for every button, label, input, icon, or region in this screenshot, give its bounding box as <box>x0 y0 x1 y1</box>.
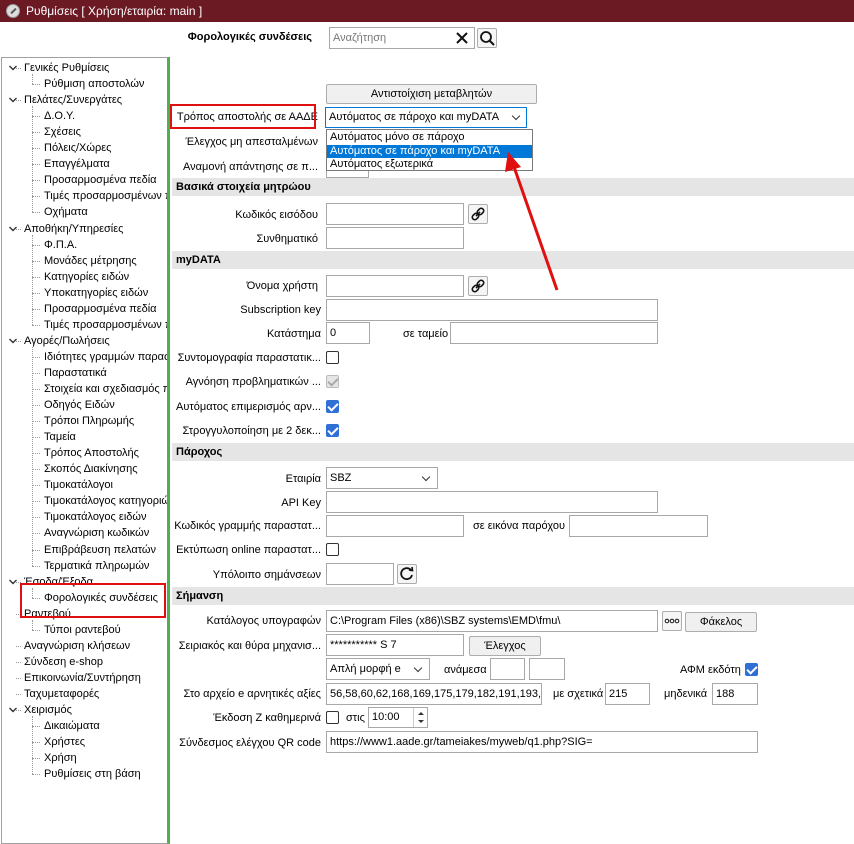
annotation-arrow <box>505 152 559 291</box>
